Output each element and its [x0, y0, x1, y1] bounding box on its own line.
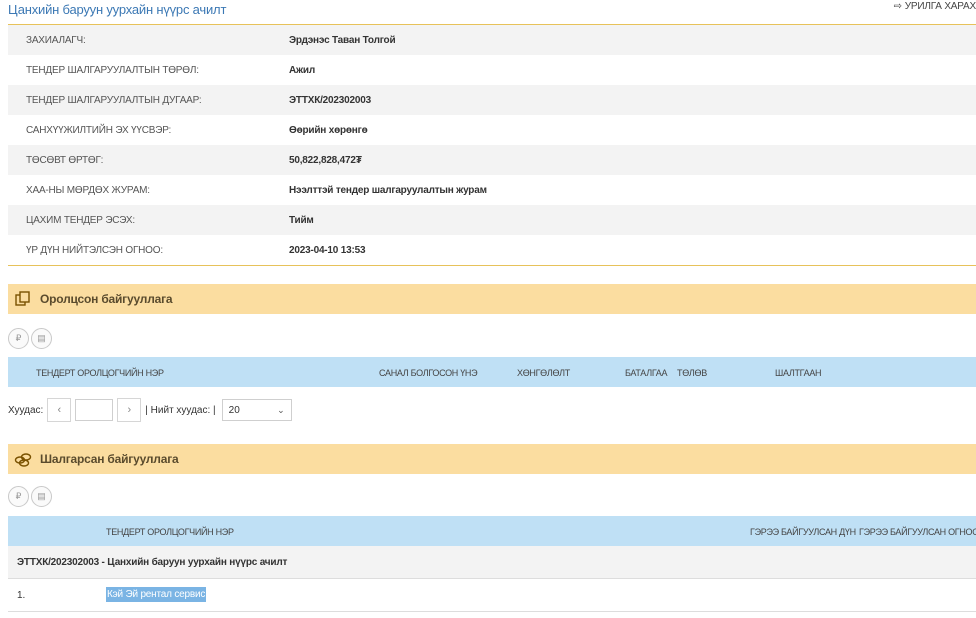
participants-toolbar: ₽ ▤: [8, 328, 52, 349]
info-label: ТЕНДЕР ШАЛГАРУУЛАЛТЫН ДУГААР:: [26, 94, 202, 106]
next-page-button[interactable]: ›: [117, 398, 142, 422]
chevron-right-icon: ›: [127, 404, 132, 416]
info-label: ЗАХИАЛАГЧ:: [26, 34, 86, 46]
participants-panel-header: Оролцсон байгууллага: [8, 284, 976, 314]
info-label: ҮР ДҮН НИЙТЭЛСЭН ОГНОО:: [26, 244, 163, 256]
row-number: 1.: [17, 590, 26, 601]
back-link-label: УРИЛГА ХАРАХ: [904, 1, 976, 12]
info-label: САНХҮҮЖИЛТИЙН ЭХ ҮҮСВЭР:: [26, 124, 172, 136]
info-label: ХАА-НЫ МӨРДӨХ ЖУРАМ:: [26, 184, 150, 196]
tender-group-row: ЭТТХК/202302003 - Цанхийн баруун уурхайн…: [8, 546, 976, 579]
document-icon[interactable]: ▤: [31, 328, 52, 349]
currency-icon[interactable]: ₽: [8, 328, 29, 349]
winners-toolbar: ₽ ▤: [8, 486, 52, 507]
info-value: Нээлттэй тендер шалгаруулалтын журам: [289, 184, 487, 196]
info-value: ЭТТХК/202302003: [289, 94, 371, 106]
coins-icon: [14, 453, 32, 467]
table-row[interactable]: 1. Кэй Эй рентал сервис: [8, 579, 976, 612]
page-title: Цанхийн баруун уурхайн нүүрс ачилт: [8, 2, 227, 17]
info-row: ЦАХИМ ТЕНДЕР ЭСЭХ: Тийм: [8, 205, 976, 235]
prev-page-button[interactable]: ‹: [47, 398, 72, 422]
winner-name[interactable]: Кэй Эй рентал сервис: [106, 587, 207, 602]
info-row: ЗАХИАЛАГЧ: Эрдэнэс Таван Толгой: [8, 25, 976, 55]
info-label: ЦАХИМ ТЕНДЕР ЭСЭХ:: [26, 214, 135, 226]
back-to-invitation-link[interactable]: ⇨ УРИЛГА ХАРАХ: [894, 1, 976, 12]
info-value: Тийм: [289, 214, 314, 226]
group-label: ЭТТХК/202302003 - Цанхийн баруун уурхайн…: [17, 556, 288, 568]
participants-panel-title: Оролцсон байгууллага: [40, 292, 173, 306]
col-reason[interactable]: ШАЛТГААН: [775, 368, 822, 378]
info-label: ТӨСӨВТ ӨРТӨГ:: [26, 154, 104, 166]
col-discount[interactable]: ХӨНГӨЛӨЛТ: [517, 368, 570, 378]
col-contract-date[interactable]: ГЭРЭЭ БАЙГУУЛСАН ОГНОО: [859, 527, 976, 537]
info-value: 2023-04-10 13:53: [289, 244, 366, 256]
col-winner-name[interactable]: ТЕНДЕРТ ОРОЛЦОГЧИЙН НЭР: [106, 527, 234, 537]
currency-icon[interactable]: ₽: [8, 486, 29, 507]
page-size-select[interactable]: 20 ⌄: [221, 399, 292, 421]
info-label: ТЕНДЕР ШАЛГАРУУЛАЛТЫН ТӨРӨЛ:: [26, 64, 199, 76]
chevron-left-icon: ‹: [57, 404, 62, 416]
info-row: САНХҮҮЖИЛТИЙН ЭХ ҮҮСВЭР: Өөрийн хөрөнгө: [8, 115, 976, 145]
pager-label: Хуудас:: [8, 404, 44, 416]
logout-arrow-icon: ⇨: [893, 1, 902, 12]
info-row: ХАА-НЫ МӨРДӨХ ЖУРАМ: Нээлттэй тендер шалг…: [8, 175, 976, 205]
info-value: Эрдэнэс Таван Толгой: [289, 34, 396, 46]
info-row: ТЕНДЕР ШАЛГАРУУЛАЛТЫН ТӨРӨЛ: Ажил: [8, 55, 976, 85]
winners-panel-header: Шалгарсан байгууллага: [8, 444, 976, 474]
participants-table-header: ТЕНДЕРТ ОРОЛЦОГЧИЙН НЭР САНАЛ БОЛГОСОН Ү…: [8, 357, 976, 387]
copy-icon: [15, 291, 30, 306]
page-size-value: 20: [228, 404, 240, 416]
winners-panel-title: Шалгарсан байгууллага: [40, 452, 179, 466]
col-guarantee[interactable]: БАТАЛГАА: [625, 368, 668, 378]
info-value: Өөрийн хөрөнгө: [289, 124, 368, 136]
winners-table-header: ТЕНДЕРТ ОРОЛЦОГЧИЙН НЭР ГЭРЭЭ БАЙГУУЛСАН…: [8, 516, 976, 546]
tender-info-table: ЗАХИАЛАГЧ: Эрдэнэс Таван Толгой ТЕНДЕР ША…: [8, 25, 976, 266]
page-number-input[interactable]: [75, 399, 114, 421]
pagination: Хуудас: ‹ › | Нийт хуудас: | 20 ⌄: [8, 397, 292, 423]
document-icon[interactable]: ▤: [31, 486, 52, 507]
chevron-down-icon: ⌄: [277, 404, 285, 415]
info-row: ТӨСӨВТ ӨРТӨГ: 50,822,828,472₮: [8, 145, 976, 175]
col-offered-price[interactable]: САНАЛ БОЛГОСОН ҮНЭ: [379, 368, 478, 378]
col-status[interactable]: ТӨЛӨВ: [677, 368, 707, 378]
col-participant-name[interactable]: ТЕНДЕРТ ОРОЛЦОГЧИЙН НЭР: [36, 368, 164, 378]
info-row: ҮР ДҮН НИЙТЭЛСЭН ОГНОО: 2023-04-10 13:53: [8, 235, 976, 265]
info-value: 50,822,828,472₮: [289, 154, 362, 166]
info-row: ТЕНДЕР ШАЛГАРУУЛАЛТЫН ДУГААР: ЭТТХК/20230…: [8, 85, 976, 115]
col-contract-amount[interactable]: ГЭРЭЭ БАЙГУУЛСАН ДҮН: [750, 527, 856, 537]
total-pages-label: | Нийт хуудас: |: [145, 404, 216, 416]
info-value: Ажил: [289, 64, 316, 76]
